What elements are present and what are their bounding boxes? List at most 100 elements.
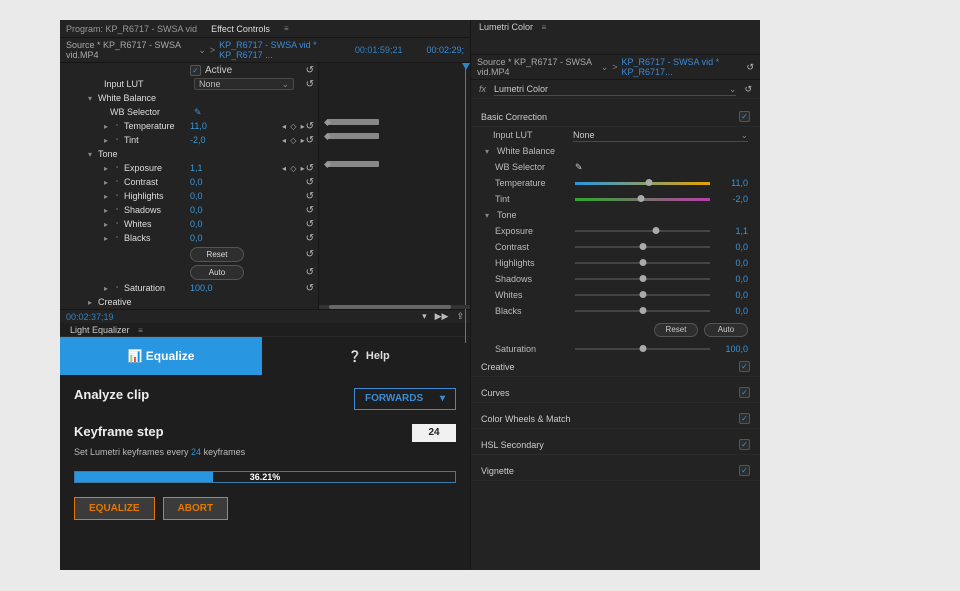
r-tint-value[interactable]: -2,0 <box>718 194 748 204</box>
eyedropper-icon[interactable]: ✎ <box>194 107 202 118</box>
keyframe-nav[interactable]: ◂ ◇ ▸ <box>282 164 306 173</box>
keyframe-step-input[interactable]: 24 <box>412 424 456 442</box>
stopwatch-icon[interactable]: ◔ <box>114 191 124 201</box>
reset-icon[interactable]: ↺ <box>306 79 314 90</box>
shadows-slider[interactable] <box>575 278 710 280</box>
temperature-value[interactable]: 11,0 <box>190 121 207 131</box>
shadows-value[interactable]: 0,0 <box>190 205 203 215</box>
fx-icon[interactable]: fx <box>479 84 486 94</box>
reset-icon[interactable]: ↺ <box>744 84 752 95</box>
r-contrast-value[interactable]: 0,0 <box>718 242 748 252</box>
twisty-icon[interactable]: ▸ <box>104 220 114 229</box>
vignette-section[interactable]: Vignette✓ <box>471 461 760 481</box>
r-blacks-value[interactable]: 0,0 <box>718 306 748 316</box>
section-checkbox[interactable]: ✓ <box>739 387 750 398</box>
input-lut-select[interactable]: None⌄ <box>194 78 294 90</box>
highlights-slider[interactable] <box>575 262 710 264</box>
abort-button[interactable]: ABORT <box>163 497 229 520</box>
reset-icon[interactable]: ↺ <box>306 121 314 132</box>
stopwatch-icon[interactable]: ◔ <box>114 205 124 215</box>
stopwatch-icon[interactable]: ◔ <box>114 135 124 145</box>
highlights-value[interactable]: 0,0 <box>190 191 203 201</box>
reset-icon[interactable]: ↺ <box>746 62 754 73</box>
r-reset-button[interactable]: Reset <box>654 323 698 337</box>
r-whites-value[interactable]: 0,0 <box>718 290 748 300</box>
reset-button[interactable]: Reset <box>190 247 244 262</box>
r-auto-button[interactable]: Auto <box>704 323 748 337</box>
section-checkbox[interactable]: ✓ <box>739 465 750 476</box>
reset-icon[interactable]: ↺ <box>306 163 314 174</box>
timecode[interactable]: 00:02:37;19 <box>66 312 114 322</box>
r-shadows-value[interactable]: 0,0 <box>718 274 748 284</box>
kf-bar-tint[interactable] <box>327 133 379 139</box>
stopwatch-icon[interactable]: ◔ <box>114 121 124 131</box>
twisty-icon[interactable]: ▸ <box>104 164 114 173</box>
kf-bar-temperature[interactable] <box>327 119 379 125</box>
creative-group[interactable]: ▸ Creative <box>60 295 318 309</box>
r-input-lut-select[interactable]: None⌄ <box>573 128 748 142</box>
twisty-icon[interactable]: ▸ <box>104 136 114 145</box>
twisty-icon[interactable]: ▾ <box>485 211 493 220</box>
tint-value[interactable]: -2,0 <box>190 135 206 145</box>
reset-icon[interactable]: ↺ <box>306 191 314 202</box>
twisty-icon[interactable]: ▸ <box>104 206 114 215</box>
contrast-slider[interactable] <box>575 246 710 248</box>
tone-group[interactable]: ▾ Tone <box>60 147 318 161</box>
eyedropper-icon[interactable]: ✎ <box>575 162 583 173</box>
direction-select[interactable]: FORWARDS ▾ <box>354 388 456 410</box>
reset-icon[interactable]: ↺ <box>306 249 314 260</box>
filter-icon[interactable]: ▾ <box>422 311 427 322</box>
twisty-icon[interactable]: ▸ <box>104 178 114 187</box>
scroll-thumb[interactable] <box>329 305 451 309</box>
r-exposure-value[interactable]: 1,1 <box>718 226 748 236</box>
panel-menu-icon[interactable]: ≡ <box>542 23 547 32</box>
export-icon[interactable]: ⇪ <box>456 311 464 322</box>
stopwatch-icon[interactable]: ◔ <box>114 163 124 173</box>
twisty-icon[interactable]: ▾ <box>88 150 98 159</box>
temperature-slider[interactable] <box>575 182 710 185</box>
keyframe-nav[interactable]: ◂ ◇ ▸ <box>282 136 306 145</box>
contrast-value[interactable]: 0,0 <box>190 177 203 187</box>
basic-correction-section[interactable]: Basic Correction ✓ <box>471 107 760 127</box>
keyframe-nav[interactable]: ◂ ◇ ▸ <box>282 122 306 131</box>
stopwatch-icon[interactable]: ◔ <box>114 177 124 187</box>
panel-menu-icon[interactable]: ≡ <box>284 24 289 33</box>
auto-button[interactable]: Auto <box>190 265 244 280</box>
stopwatch-icon[interactable]: ◔ <box>114 283 124 293</box>
scroll-track[interactable] <box>319 305 470 309</box>
reset-icon[interactable]: ↺ <box>306 267 314 278</box>
twisty-icon[interactable]: ▸ <box>88 298 98 307</box>
saturation-value[interactable]: 100,0 <box>190 283 213 293</box>
twisty-icon[interactable]: ▸ <box>104 192 114 201</box>
reset-icon[interactable]: ↺ <box>306 283 314 294</box>
kf-bar-exposure[interactable] <box>327 161 379 167</box>
tint-slider[interactable] <box>575 198 710 201</box>
reset-icon[interactable]: ↺ <box>306 177 314 188</box>
reset-icon[interactable]: ↺ <box>306 205 314 216</box>
twisty-icon[interactable]: ▸ <box>104 284 114 293</box>
r-highlights-value[interactable]: 0,0 <box>718 258 748 268</box>
colorwheels-section[interactable]: Color Wheels & Match✓ <box>471 409 760 429</box>
reset-icon[interactable]: ↺ <box>306 219 314 230</box>
effect-select[interactable]: Lumetri Color⌄ <box>494 82 736 96</box>
curves-section[interactable]: Curves✓ <box>471 383 760 403</box>
help-button[interactable]: ❔ Help <box>268 337 470 375</box>
reset-icon[interactable]: ↺ <box>306 65 314 76</box>
whites-slider[interactable] <box>575 294 710 296</box>
r-tone-group[interactable]: ▾ Tone <box>471 207 760 223</box>
stopwatch-icon[interactable]: ◔ <box>114 219 124 229</box>
twisty-icon[interactable]: ▾ <box>88 94 98 103</box>
active-checkbox[interactable]: ✓ <box>190 65 201 76</box>
keyframe-column[interactable] <box>318 63 470 309</box>
section-checkbox[interactable]: ✓ <box>739 439 750 450</box>
reset-icon[interactable]: ↺ <box>306 233 314 244</box>
r-saturation-value[interactable]: 100,0 <box>718 344 748 354</box>
equalize-big-button[interactable]: 📊 Equalize <box>60 337 262 375</box>
blacks-slider[interactable] <box>575 310 710 312</box>
program-tab[interactable]: Program: KP_R6717 - SWSA vid <box>66 24 197 34</box>
hsl-section[interactable]: HSL Secondary✓ <box>471 435 760 455</box>
exposure-slider[interactable] <box>575 230 710 232</box>
creative-section[interactable]: Creative✓ <box>471 357 760 377</box>
chevron-down-icon[interactable]: ⌄ <box>198 45 206 56</box>
panel-menu-icon[interactable]: ≡ <box>138 326 143 335</box>
